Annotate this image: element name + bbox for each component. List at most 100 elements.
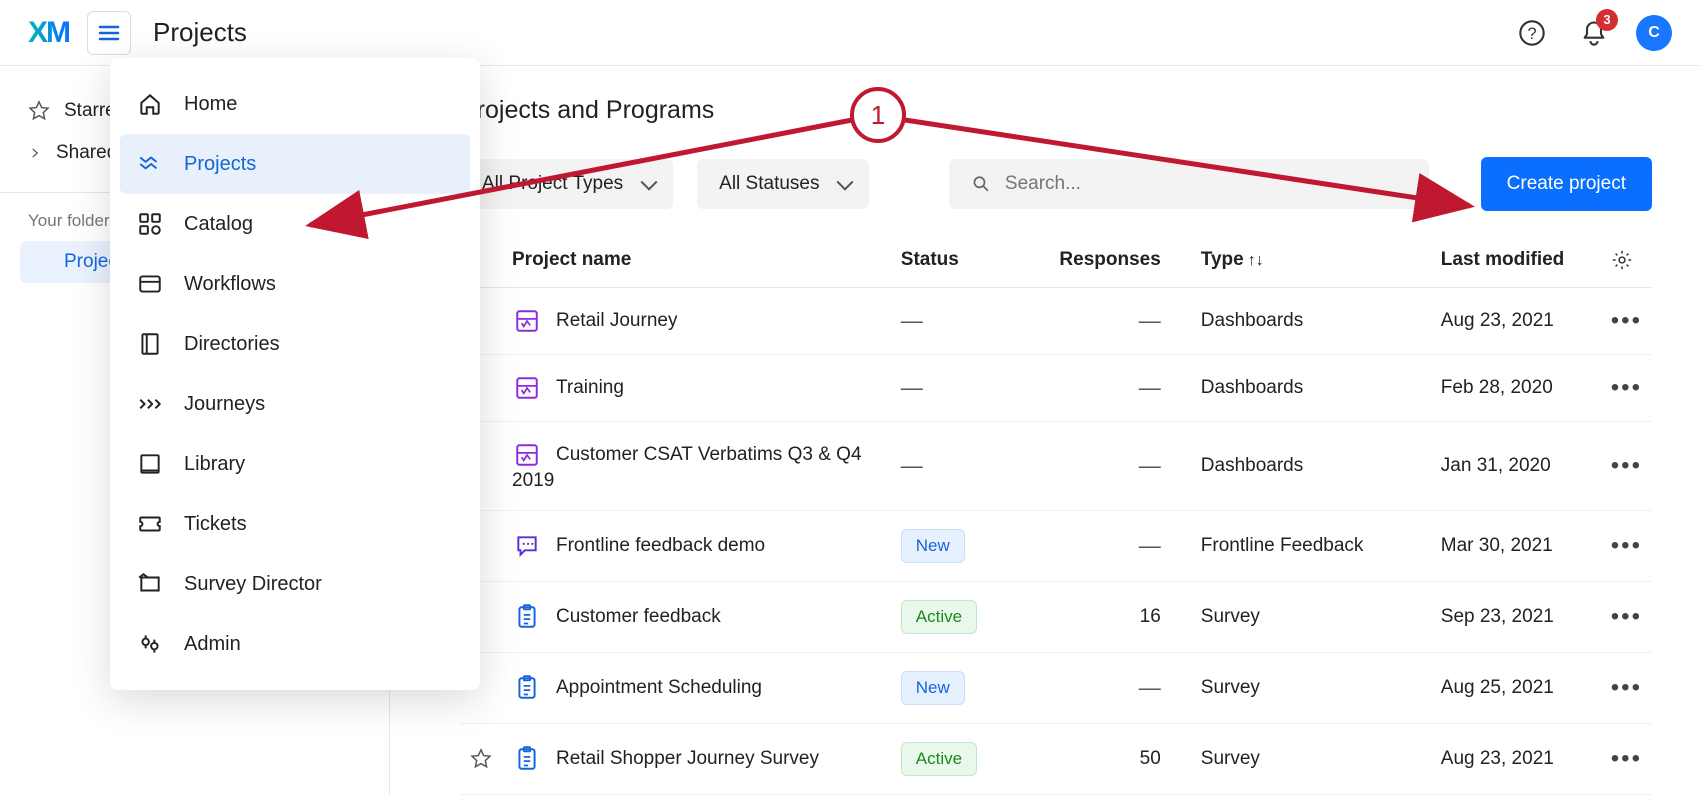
star-cell[interactable] [460,724,502,795]
cell-responses: — [1041,422,1171,511]
project-name-text: Frontline feedback demo [556,535,765,556]
table-row[interactable]: Customer feedbackActive16SurveySep 23, 2… [460,582,1652,653]
nav-label: Workflows [184,273,276,296]
nav-item-library[interactable]: Library [110,434,480,494]
admin-icon [136,630,164,658]
row-actions-button[interactable]: ••• [1601,724,1652,795]
col-last-modified[interactable]: Last modified [1431,233,1601,288]
search-box[interactable] [949,159,1429,209]
project-name-text: Retail Journey [556,310,677,331]
table-row[interactable]: Appointment SchedulingNew—SurveyAug 25, … [460,653,1652,724]
nav-label: Home [184,93,237,116]
row-actions-button[interactable]: ••• [1601,422,1652,511]
cell-project-name[interactable]: Customer CSAT Verbatims Q3 & Q4 2019 [502,422,891,511]
search-input[interactable] [1005,173,1407,195]
cell-last-modified: Feb 28, 2020 [1431,355,1601,422]
cell-project-name[interactable]: Appointment Scheduling [502,653,891,724]
filter-row: All Project Types All Statuses Create pr… [460,157,1652,211]
row-actions-button[interactable]: ••• [1601,511,1652,582]
cell-project-name[interactable]: Retail Journey [502,288,891,355]
sort-icon: ↑↓ [1248,252,1264,269]
app-header: XM Projects 3 C [0,0,1700,66]
table-row[interactable]: Retail Shopper Journey SurveyActive50Sur… [460,724,1652,795]
help-icon [1518,19,1546,47]
table-row[interactable]: Training——DashboardsFeb 28, 2020••• [460,355,1652,422]
col-responses[interactable]: Responses [1041,233,1171,288]
cell-type: Frontline Feedback [1171,511,1431,582]
cell-responses: 16 [1041,582,1171,653]
cell-responses: — [1041,288,1171,355]
cell-project-name[interactable]: Frontline feedback demo [502,511,891,582]
survey-director-icon [136,570,164,598]
star-icon [28,100,50,122]
nav-label: Tickets [184,513,247,536]
nav-label: Admin [184,633,241,656]
status-badge: Active [901,600,977,634]
cell-status: Active [891,582,1041,653]
cell-type: Dashboards [1171,422,1431,511]
main-menu-button[interactable] [87,11,131,55]
nav-item-workflows[interactable]: Workflows [110,254,480,314]
row-actions-button[interactable]: ••• [1601,288,1652,355]
notification-badge: 3 [1596,9,1618,31]
nav-label: Catalog [184,213,253,236]
cell-status: — [891,288,1041,355]
table-row[interactable]: Frontline feedback demo New —Frontline Fee… [460,511,1652,582]
cell-project-name[interactable]: Customer feedback [502,582,891,653]
tickets-icon [136,510,164,538]
cell-type: Survey [1171,582,1431,653]
nav-item-home[interactable]: Home [110,74,480,134]
directories-icon [136,330,164,358]
chevron-right-icon [28,146,42,160]
projects-table: Project name Status Responses Type↑↓ Las… [460,233,1652,795]
row-actions-button[interactable]: ••• [1601,355,1652,422]
cell-project-name[interactable]: Retail Shopper Journey Survey [502,724,891,795]
cell-last-modified: Jan 31, 2020 [1431,422,1601,511]
cell-last-modified: Aug 23, 2021 [1431,288,1601,355]
table-row[interactable]: Retail Journey——DashboardsAug 23, 2021••… [460,288,1652,355]
project-type-icon [512,673,542,703]
workflows-icon [136,270,164,298]
notifications-button[interactable]: 3 [1574,13,1614,53]
nav-item-directories[interactable]: Directories [110,314,480,374]
project-name-text: Customer CSAT Verbatims Q3 & Q4 2019 [512,444,862,491]
nav-label: Survey Director [184,573,322,596]
project-name-text: Retail Shopper Journey Survey [556,748,819,769]
user-avatar[interactable]: C [1636,15,1672,51]
help-button[interactable] [1512,13,1552,53]
project-name-text: Customer feedback [556,606,721,627]
col-settings[interactable] [1601,233,1652,288]
cell-responses: — [1041,511,1171,582]
nav-label: Journeys [184,393,265,416]
project-name-text: Appointment Scheduling [556,677,762,698]
home-icon [136,90,164,118]
table-row[interactable]: Customer CSAT Verbatims Q3 & Q4 2019——Da… [460,422,1652,511]
status-badge: New [901,671,965,705]
status-badge: New [901,529,965,563]
col-project-name[interactable]: Project name [502,233,891,288]
star-icon [470,748,492,770]
status-badge: Active [901,742,977,776]
project-type-icon [512,602,542,632]
filter-project-types[interactable]: All Project Types [460,159,673,209]
col-type[interactable]: Type↑↓ [1171,233,1431,288]
project-type-icon [512,531,542,561]
row-actions-button[interactable]: ••• [1601,653,1652,724]
main-content: Projects and Programs All Project Types … [390,66,1700,795]
nav-item-admin[interactable]: Admin [110,614,480,674]
nav-item-journeys[interactable]: Journeys [110,374,480,434]
logo[interactable]: XM [28,16,69,50]
nav-label: Projects [184,153,256,176]
cell-type: Dashboards [1171,288,1431,355]
col-status[interactable]: Status [891,233,1041,288]
nav-item-survey-director[interactable]: Survey Director [110,554,480,614]
search-icon [971,173,991,195]
nav-item-tickets[interactable]: Tickets [110,494,480,554]
cell-responses: — [1041,653,1171,724]
filter-statuses[interactable]: All Statuses [697,159,869,209]
nav-item-projects[interactable]: Projects [120,134,470,194]
cell-project-name[interactable]: Training [502,355,891,422]
nav-item-catalog[interactable]: Catalog [110,194,480,254]
row-actions-button[interactable]: ••• [1601,582,1652,653]
create-project-button[interactable]: Create project [1481,157,1652,211]
